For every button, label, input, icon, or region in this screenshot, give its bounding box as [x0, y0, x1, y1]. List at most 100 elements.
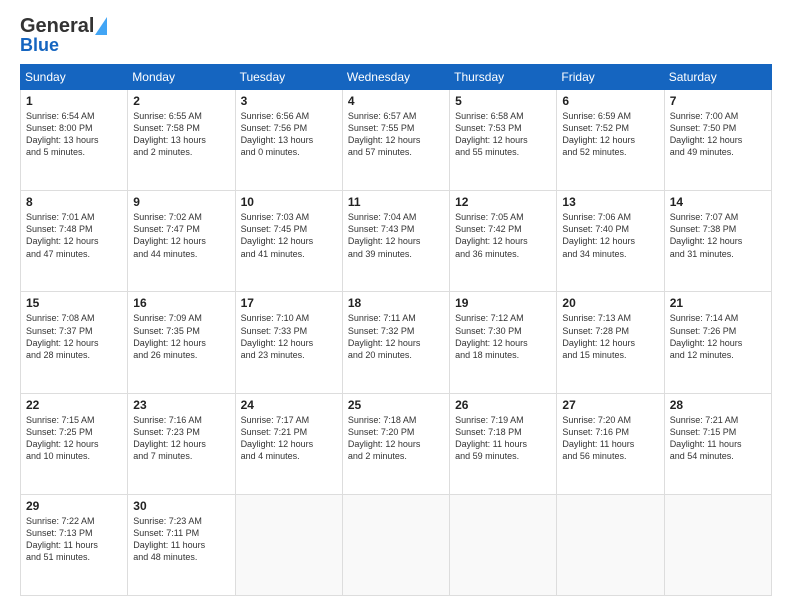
page: General Blue SundayMondayTuesdayWednesda…: [0, 0, 792, 612]
day-number: 11: [348, 195, 444, 209]
day-number: 10: [241, 195, 337, 209]
calendar-day-cell: 15 Sunrise: 7:08 AMSunset: 7:37 PMDayligh…: [21, 292, 128, 393]
calendar-week-row: 15 Sunrise: 7:08 AMSunset: 7:37 PMDayligh…: [21, 292, 772, 393]
calendar-header-row: SundayMondayTuesdayWednesdayThursdayFrid…: [21, 65, 772, 90]
day-number: 28: [670, 398, 766, 412]
day-number: 3: [241, 94, 337, 108]
calendar-day-cell: 14 Sunrise: 7:07 AMSunset: 7:38 PMDayligh…: [664, 191, 771, 292]
day-number: 5: [455, 94, 551, 108]
calendar-day-cell: 25 Sunrise: 7:18 AMSunset: 7:20 PMDayligh…: [342, 393, 449, 494]
calendar-week-row: 8 Sunrise: 7:01 AMSunset: 7:48 PMDaylight…: [21, 191, 772, 292]
day-info: Sunrise: 6:54 AMSunset: 8:00 PMDaylight:…: [26, 110, 122, 159]
day-info: Sunrise: 7:02 AMSunset: 7:47 PMDaylight:…: [133, 211, 229, 260]
day-number: 8: [26, 195, 122, 209]
day-number: 26: [455, 398, 551, 412]
day-info: Sunrise: 6:58 AMSunset: 7:53 PMDaylight:…: [455, 110, 551, 159]
calendar-week-row: 22Sunrise: 7:15 AMSunset: 7:25 PMDayligh…: [21, 393, 772, 494]
day-info: Sunrise: 7:00 AMSunset: 7:50 PMDaylight:…: [670, 110, 766, 159]
calendar-day-cell: 11 Sunrise: 7:04 AMSunset: 7:43 PMDayligh…: [342, 191, 449, 292]
day-of-week-header: Sunday: [21, 65, 128, 90]
day-number: 14: [670, 195, 766, 209]
day-info: Sunrise: 6:56 AMSunset: 7:56 PMDaylight:…: [241, 110, 337, 159]
day-number: 20: [562, 296, 658, 310]
calendar-day-cell: [235, 494, 342, 595]
calendar-day-cell: 18Sunrise: 7:11 AMSunset: 7:32 PMDayligh…: [342, 292, 449, 393]
day-info: Sunrise: 6:59 AMSunset: 7:52 PMDaylight:…: [562, 110, 658, 159]
day-number: 24: [241, 398, 337, 412]
day-info: Sunrise: 7:01 AMSunset: 7:48 PMDaylight:…: [26, 211, 122, 260]
calendar-week-row: 1 Sunrise: 6:54 AMSunset: 8:00 PMDaylight…: [21, 90, 772, 191]
calendar-day-cell: [342, 494, 449, 595]
calendar-day-cell: 26 Sunrise: 7:19 AMSunset: 7:18 PMDayligh…: [450, 393, 557, 494]
day-number: 19: [455, 296, 551, 310]
calendar-day-cell: 30 Sunrise: 7:23 AMSunset: 7:11 PMDayligh…: [128, 494, 235, 595]
calendar-day-cell: 12Sunrise: 7:05 AMSunset: 7:42 PMDayligh…: [450, 191, 557, 292]
day-number: 17: [241, 296, 337, 310]
calendar-day-cell: 13 Sunrise: 7:06 AMSunset: 7:40 PMDayligh…: [557, 191, 664, 292]
calendar-day-cell: 16 Sunrise: 7:09 AMSunset: 7:35 PMDayligh…: [128, 292, 235, 393]
calendar-day-cell: 27 Sunrise: 7:20 AMSunset: 7:16 PMDayligh…: [557, 393, 664, 494]
day-info: Sunrise: 7:09 AMSunset: 7:35 PMDaylight:…: [133, 312, 229, 361]
calendar-week-row: 29 Sunrise: 7:22 AMSunset: 7:13 PMDayligh…: [21, 494, 772, 595]
calendar-day-cell: 9 Sunrise: 7:02 AMSunset: 7:47 PMDaylight…: [128, 191, 235, 292]
day-of-week-header: Monday: [128, 65, 235, 90]
day-number: 30: [133, 499, 229, 513]
day-info: Sunrise: 7:16 AMSunset: 7:23 PMDaylight:…: [133, 414, 229, 463]
day-of-week-header: Saturday: [664, 65, 771, 90]
day-info: Sunrise: 7:10 AMSunset: 7:33 PMDaylight:…: [241, 312, 337, 361]
calendar-day-cell: 17 Sunrise: 7:10 AMSunset: 7:33 PMDayligh…: [235, 292, 342, 393]
calendar-day-cell: 24 Sunrise: 7:17 AMSunset: 7:21 PMDayligh…: [235, 393, 342, 494]
day-number: 13: [562, 195, 658, 209]
day-number: 21: [670, 296, 766, 310]
day-info: Sunrise: 7:19 AMSunset: 7:18 PMDaylight:…: [455, 414, 551, 463]
calendar-day-cell: 1 Sunrise: 6:54 AMSunset: 8:00 PMDaylight…: [21, 90, 128, 191]
day-number: 25: [348, 398, 444, 412]
day-of-week-header: Thursday: [450, 65, 557, 90]
day-number: 15: [26, 296, 122, 310]
header: General Blue: [20, 16, 772, 54]
day-number: 16: [133, 296, 229, 310]
day-info: Sunrise: 7:22 AMSunset: 7:13 PMDaylight:…: [26, 515, 122, 564]
day-info: Sunrise: 7:18 AMSunset: 7:20 PMDaylight:…: [348, 414, 444, 463]
day-info: Sunrise: 7:17 AMSunset: 7:21 PMDaylight:…: [241, 414, 337, 463]
day-of-week-header: Tuesday: [235, 65, 342, 90]
day-number: 4: [348, 94, 444, 108]
logo-triangle-icon: [95, 17, 107, 35]
day-info: Sunrise: 7:12 AMSunset: 7:30 PMDaylight:…: [455, 312, 551, 361]
calendar-day-cell: [557, 494, 664, 595]
day-info: Sunrise: 7:07 AMSunset: 7:38 PMDaylight:…: [670, 211, 766, 260]
calendar-day-cell: 2 Sunrise: 6:55 AMSunset: 7:58 PMDaylight…: [128, 90, 235, 191]
day-number: 29: [26, 499, 122, 513]
day-number: 27: [562, 398, 658, 412]
logo-blue: Blue: [20, 36, 107, 54]
day-number: 23: [133, 398, 229, 412]
day-info: Sunrise: 6:55 AMSunset: 7:58 PMDaylight:…: [133, 110, 229, 159]
calendar-day-cell: 4Sunrise: 6:57 AMSunset: 7:55 PMDaylight…: [342, 90, 449, 191]
day-info: Sunrise: 7:08 AMSunset: 7:37 PMDaylight:…: [26, 312, 122, 361]
calendar-table: SundayMondayTuesdayWednesdayThursdayFrid…: [20, 64, 772, 596]
day-info: Sunrise: 7:23 AMSunset: 7:11 PMDaylight:…: [133, 515, 229, 564]
day-number: 6: [562, 94, 658, 108]
day-info: Sunrise: 7:06 AMSunset: 7:40 PMDaylight:…: [562, 211, 658, 260]
calendar-day-cell: 28Sunrise: 7:21 AMSunset: 7:15 PMDayligh…: [664, 393, 771, 494]
day-number: 18: [348, 296, 444, 310]
calendar-day-cell: [450, 494, 557, 595]
logo-general: General: [20, 16, 94, 36]
day-number: 7: [670, 94, 766, 108]
calendar-day-cell: 20 Sunrise: 7:13 AMSunset: 7:28 PMDayligh…: [557, 292, 664, 393]
day-info: Sunrise: 7:15 AMSunset: 7:25 PMDaylight:…: [26, 414, 122, 463]
calendar-day-cell: 8 Sunrise: 7:01 AMSunset: 7:48 PMDaylight…: [21, 191, 128, 292]
logo: General Blue: [20, 16, 107, 54]
calendar-day-cell: 19 Sunrise: 7:12 AMSunset: 7:30 PMDayligh…: [450, 292, 557, 393]
day-info: Sunrise: 7:14 AMSunset: 7:26 PMDaylight:…: [670, 312, 766, 361]
calendar-day-cell: 29 Sunrise: 7:22 AMSunset: 7:13 PMDayligh…: [21, 494, 128, 595]
day-info: Sunrise: 7:13 AMSunset: 7:28 PMDaylight:…: [562, 312, 658, 361]
day-number: 2: [133, 94, 229, 108]
day-number: 9: [133, 195, 229, 209]
day-info: Sunrise: 7:05 AMSunset: 7:42 PMDaylight:…: [455, 211, 551, 260]
day-info: Sunrise: 7:04 AMSunset: 7:43 PMDaylight:…: [348, 211, 444, 260]
day-of-week-header: Friday: [557, 65, 664, 90]
day-number: 1: [26, 94, 122, 108]
calendar-day-cell: 22Sunrise: 7:15 AMSunset: 7:25 PMDayligh…: [21, 393, 128, 494]
day-info: Sunrise: 7:20 AMSunset: 7:16 PMDaylight:…: [562, 414, 658, 463]
